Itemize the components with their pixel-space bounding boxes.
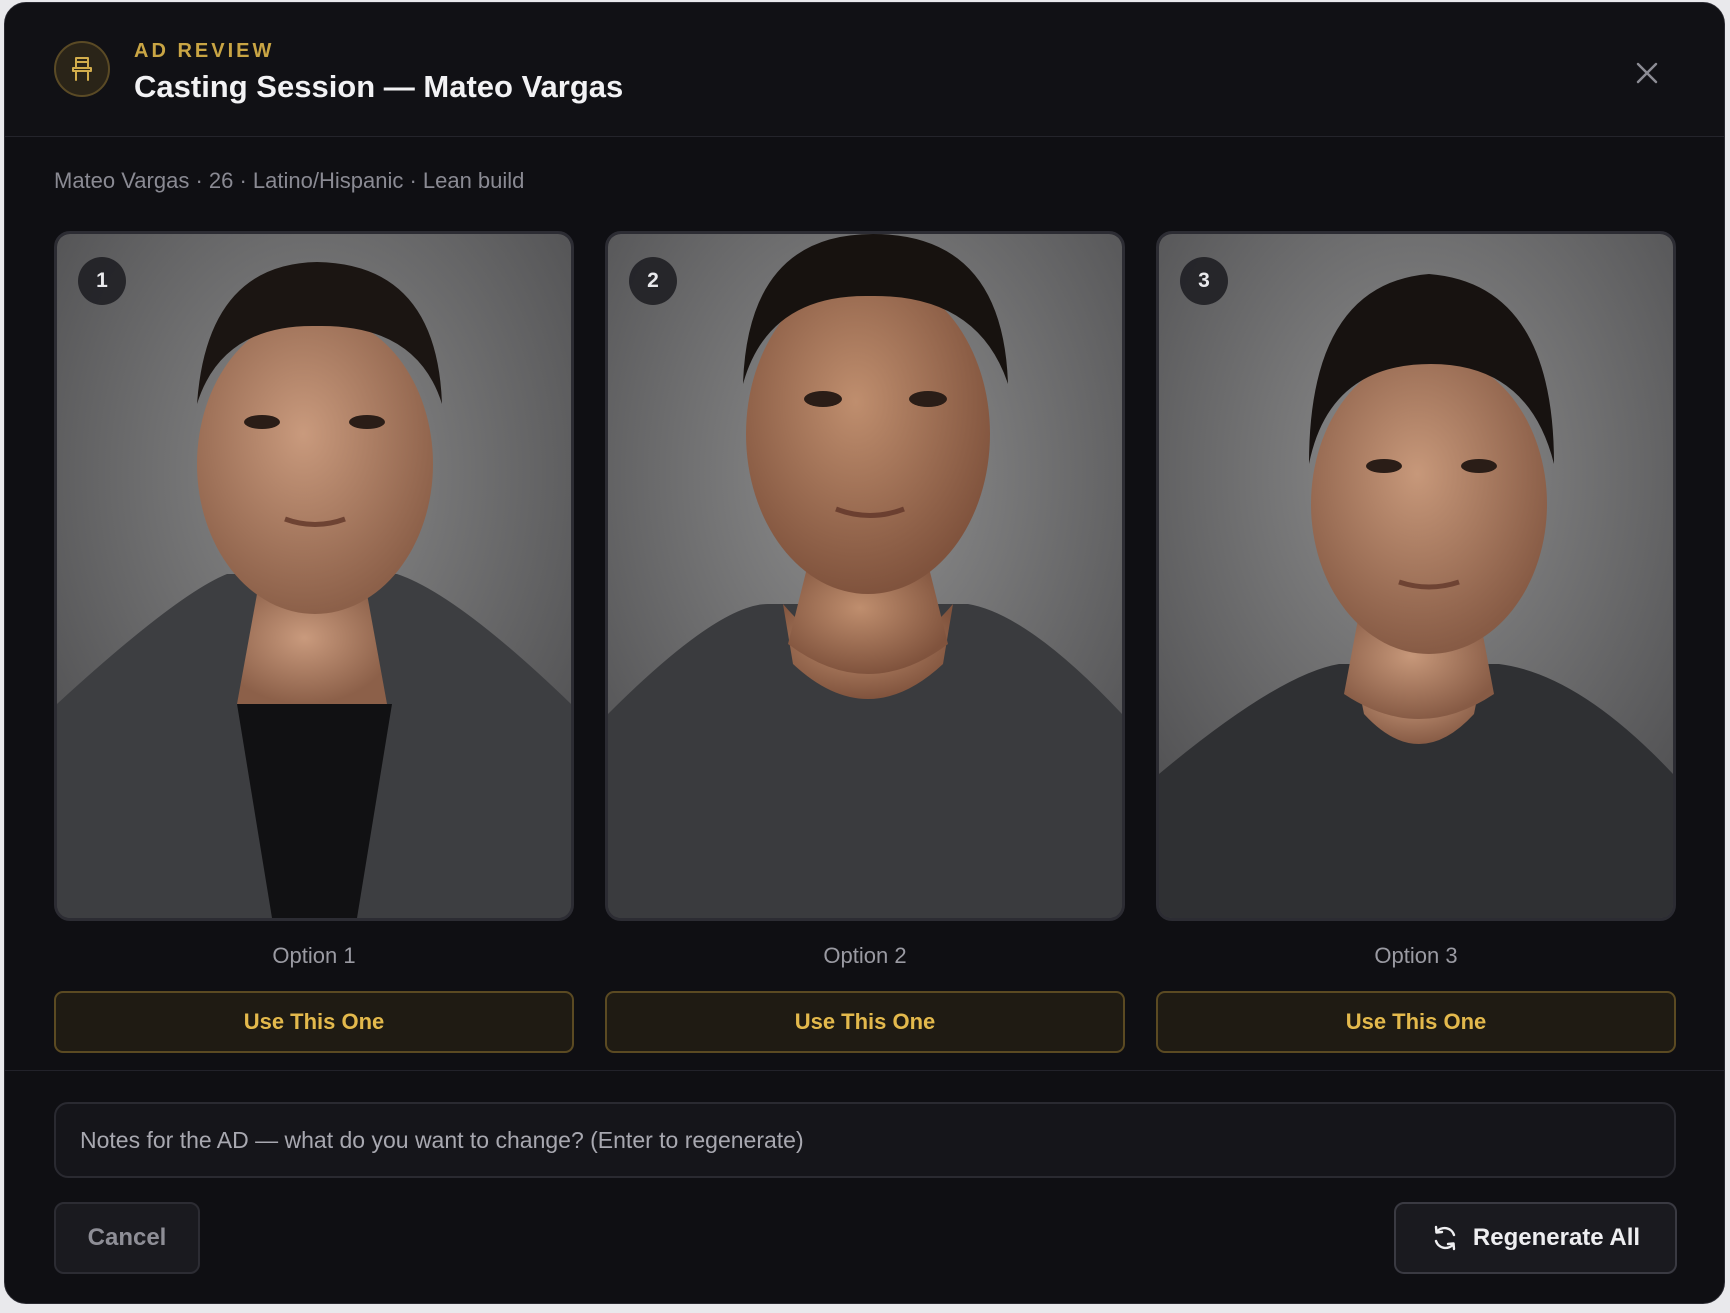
headshot-image-1 (57, 234, 571, 918)
option-number-badge: 2 (629, 257, 677, 305)
close-button[interactable] (1629, 55, 1665, 91)
use-option-2-button[interactable]: Use This One (605, 991, 1125, 1053)
option-label-1: Option 1 (272, 943, 356, 968)
use-option-1-button[interactable]: Use This One (54, 991, 574, 1053)
option-card-2[interactable]: 2 (605, 231, 1125, 921)
option-label-3: Option 3 (1374, 943, 1458, 968)
option-number-badge: 3 (1180, 257, 1228, 305)
modal-header: AD REVIEW Casting Session — Mateo Vargas (5, 3, 1724, 137)
modal-title: Casting Session — Mateo Vargas (134, 69, 624, 104)
casting-review-modal: AD REVIEW Casting Session — Mateo Vargas… (4, 2, 1725, 1304)
option-card-1[interactable]: 1 (54, 231, 574, 921)
headshot-image-3 (1159, 234, 1673, 918)
headshot-image-2 (608, 234, 1122, 918)
footer-divider (5, 1070, 1724, 1071)
option-number-badge: 1 (78, 257, 126, 305)
regenerate-all-button[interactable]: Regenerate All (1394, 1202, 1677, 1274)
regenerate-all-label: Regenerate All (1472, 1224, 1641, 1251)
talent-meta: Mateo Vargas · 26 · Latino/Hispanic · Le… (54, 168, 525, 193)
cancel-button[interactable]: Cancel (54, 1202, 200, 1274)
close-icon (1636, 62, 1658, 84)
use-option-3-button[interactable]: Use This One (1156, 991, 1676, 1053)
notes-input[interactable] (54, 1102, 1676, 1178)
refresh-icon (1434, 1225, 1456, 1251)
chair-icon (54, 41, 110, 97)
option-card-3[interactable]: 3 (1156, 231, 1676, 921)
eyebrow-label: AD REVIEW (134, 40, 275, 62)
option-label-2: Option 2 (823, 943, 907, 968)
